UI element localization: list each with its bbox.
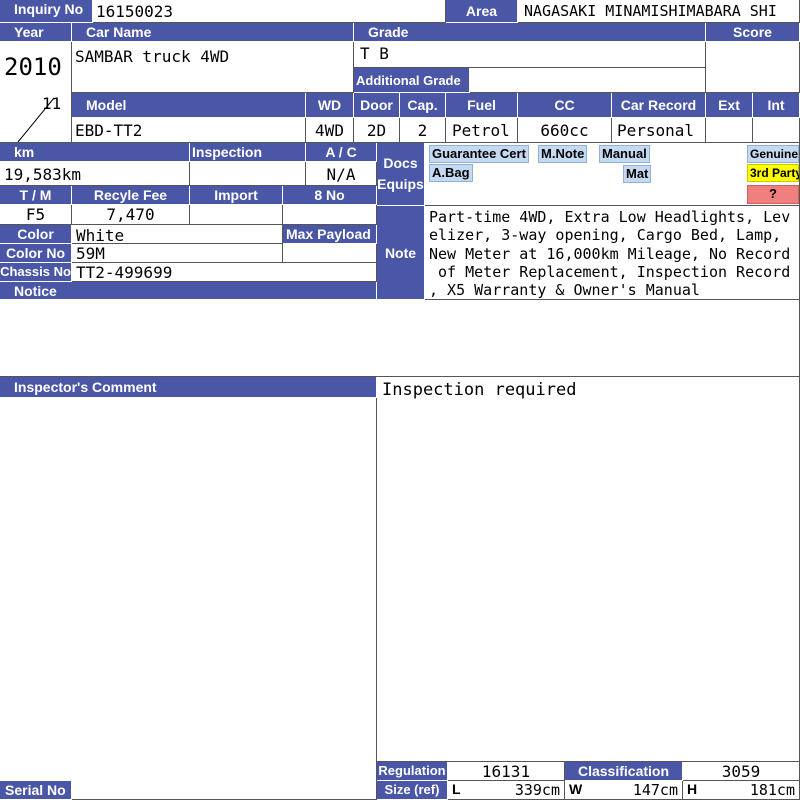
size-l-cell: L 339cm: [448, 781, 565, 800]
inspector-comment-value: Inspection required: [377, 377, 800, 402]
genuine-tag: Genuine: [747, 145, 799, 163]
score-value: [706, 42, 800, 93]
chassis-no-value: TT2-499699: [72, 263, 377, 282]
inspection-sheet-area: [377, 402, 800, 762]
a-bag-tag: A.Bag: [429, 164, 473, 182]
size-l-label: L: [452, 781, 461, 797]
int-label: Int: [753, 93, 800, 118]
recycle-fee-value: 7,470: [72, 205, 190, 225]
classification-label: Classification: [565, 762, 683, 781]
notice-label: Notice: [0, 282, 377, 300]
grade-value: T B: [354, 42, 706, 68]
car-record-value: Personal: [612, 118, 706, 143]
km-value: 19,583km: [0, 162, 190, 186]
note-label: Note: [377, 206, 425, 300]
cap-label: Cap.: [400, 93, 446, 118]
equips-label: Equips: [377, 176, 424, 192]
inspection-label: Inspection: [190, 143, 306, 162]
docs-label: Docs: [383, 155, 418, 171]
note-line: Part-time 4WD, Extra Low Headlights, Lev: [429, 208, 791, 226]
classification-value: 3059: [683, 762, 800, 781]
ac-label: A / C: [306, 143, 377, 162]
docs-equips-label: Docs Equips: [377, 143, 425, 206]
color-label: Color: [0, 225, 72, 244]
unknown-tag: ?: [747, 185, 799, 204]
note-value: Part-time 4WD, Extra Low Headlights, Lev…: [425, 206, 800, 300]
max-payload-label: Max Payload: [283, 225, 377, 244]
docs-equips-area: Guarantee Cert M.Note Manual A.Bag Mat G…: [425, 143, 800, 206]
grade-label: Grade: [354, 23, 706, 42]
wd-label: WD: [306, 93, 354, 118]
fuel-value: Petrol: [446, 118, 518, 143]
tm-label: T / M: [0, 186, 72, 205]
year-cell: 2010 11: [0, 42, 72, 143]
chassis-no-label: Chassis No: [0, 263, 72, 282]
serial-no-label: Serial No: [0, 781, 72, 800]
inquiry-no-value: 16150023: [93, 0, 446, 23]
guarantee-cert-tag: Guarantee Cert: [429, 145, 529, 163]
int-value: [753, 118, 800, 143]
import-label: Import: [190, 186, 283, 205]
mat-tag: Mat: [623, 165, 652, 183]
color-value: White: [72, 225, 283, 244]
inspection-value: [190, 162, 306, 186]
cc-label: CC: [518, 93, 612, 118]
additional-grade-label: Additional Grade: [354, 68, 470, 93]
size-w-cell: W 147cm: [565, 781, 683, 800]
area-value: NAGASAKI MINAMISHIMABARA SHI: [518, 0, 800, 23]
cc-value: 660cc: [518, 118, 612, 143]
note-line: of Meter Replacement, Inspection Record: [429, 262, 791, 281]
wd-value: 4WD: [306, 118, 354, 143]
size-h-cell: H 181cm: [683, 781, 800, 800]
note-line: , X5 Warranty & Owner's Manual: [429, 281, 700, 300]
notice-value: [0, 300, 800, 377]
note-line: New Meter at 16,000km Mileage, No Record: [429, 244, 791, 263]
ext-value: [706, 118, 753, 143]
ac-value: N/A: [306, 162, 377, 186]
fuel-label: Fuel: [446, 93, 518, 118]
car-name-value: SAMBAR truck 4WD: [72, 42, 354, 93]
month-value: 11: [42, 94, 62, 113]
size-w-label: W: [569, 781, 583, 797]
size-l-value: 339cm: [514, 781, 560, 799]
km-label: km: [0, 143, 190, 162]
import-value: [190, 205, 283, 225]
size-h-value: 181cm: [749, 781, 795, 799]
car-record-label: Car Record: [612, 93, 706, 118]
recycle-fee-label: Recyle Fee: [72, 186, 190, 205]
year-label: Year: [0, 23, 72, 42]
model-label: Model: [72, 93, 306, 118]
additional-grade-value: [470, 68, 706, 93]
size-w-value: 147cm: [632, 781, 678, 799]
inquiry-no-label: Inquiry No: [0, 0, 93, 23]
regulation-label: Regulation: [377, 762, 448, 781]
manual-tag: Manual: [599, 145, 650, 163]
max-payload-value: [283, 244, 377, 263]
m-note-tag: M.Note: [538, 145, 588, 163]
inspector-comment-area: [0, 398, 377, 781]
color-no-value: 59M: [72, 244, 283, 263]
score-label: Score: [706, 23, 800, 42]
third-party-tag: 3rd Party: [747, 164, 799, 182]
size-h-label: H: [687, 781, 698, 797]
cap-value: 2: [400, 118, 446, 143]
color-no-label: Color No: [0, 244, 72, 263]
note-line: elizer, 3-way opening, Cargo Bed, Lamp,: [429, 226, 782, 245]
door-label: Door: [354, 93, 400, 118]
car-name-label: Car Name: [72, 23, 354, 42]
serial-no-value: [72, 781, 377, 800]
ext-label: Ext: [706, 93, 753, 118]
inspectors-comment-label: Inspector's Comment: [0, 377, 377, 398]
tm-value: F5: [0, 205, 72, 225]
model-value: EBD-TT2: [72, 118, 306, 143]
year-value: 2010: [4, 53, 62, 81]
size-ref-label: Size (ref): [377, 781, 448, 800]
regulation-value: 16131: [448, 762, 565, 781]
eight-no-value: [283, 205, 377, 225]
door-value: 2D: [354, 118, 400, 143]
area-label: Area: [446, 0, 518, 23]
eight-no-label: 8 No: [283, 186, 377, 205]
